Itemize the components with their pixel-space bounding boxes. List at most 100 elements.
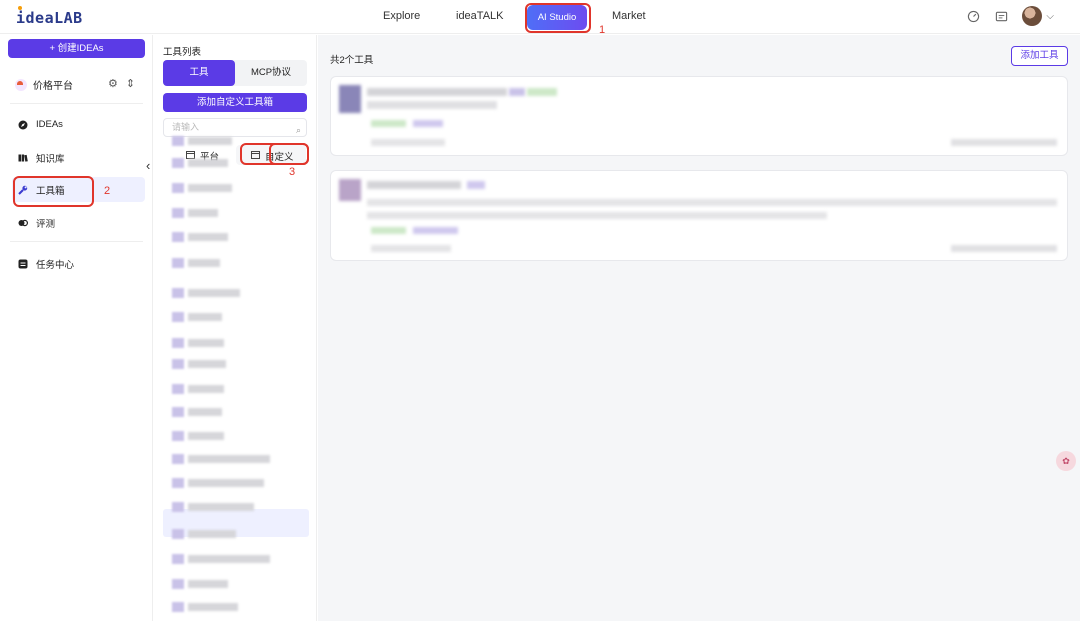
sidebar-item-label: 任务中心 [36,260,75,271]
tool-list-item[interactable] [172,232,228,242]
tool-list-item[interactable] [172,431,224,441]
sidebar-item-knowledge[interactable]: 知识库 [18,151,65,165]
tool-list-item[interactable] [172,183,232,193]
sidebar-item-task-center[interactable]: 任务中心 [18,257,74,271]
sidebar-item-label: IDEAs [36,119,63,130]
chevron-down-icon[interactable]: ⌵ [1046,11,1054,22]
tool-item-label [188,289,240,297]
tool-item-label [188,233,228,241]
tool-card-tag [467,181,485,189]
nav-ideatalk[interactable]: ideaTALK [456,10,504,22]
tool-item-label [188,603,238,611]
tool-item-label [188,184,232,192]
tool-list-item[interactable] [172,554,270,564]
assistant-float-button[interactable]: ✿ [1056,451,1076,471]
book-icon [18,153,28,163]
sidebar-item-label: 评测 [36,219,56,230]
tool-item-label [188,479,264,487]
user-avatar[interactable] [1022,6,1043,26]
tool-item-label [188,159,228,167]
tool-card[interactable] [330,170,1068,261]
tool-card-desc [367,101,497,109]
tool-item-icon [172,258,184,268]
tool-item-icon [172,288,184,298]
tool-list-item[interactable] [172,288,240,298]
tab-mcp[interactable]: MCP协议 [235,60,307,86]
speedometer-icon[interactable] [966,9,980,23]
tool-item-label [188,360,226,368]
annotation-number-2: 2 [104,185,111,197]
nav-explore[interactable]: Explore [383,10,420,22]
tool-item-icon [172,554,184,564]
tool-item-label [188,408,222,416]
top-bar: ideaLAB Explore ideaTALK AI Studio Marke… [0,0,1080,36]
tool-card-tag [413,227,458,234]
annotation-box-3 [240,143,309,165]
org-icon [15,78,27,91]
tool-list-item[interactable] [172,208,218,218]
tool-list-item[interactable] [172,407,222,417]
switch-icon[interactable]: ⇕ [126,77,135,90]
tools-panel: 工具列表 工具 MCP协议 添加自定义工具箱 请输入 ⌕ 平台 自定义 3 [154,35,317,621]
tool-list-item[interactable] [172,502,254,512]
tool-list-item[interactable] [172,258,220,268]
tool-card[interactable] [330,76,1068,156]
tool-card-date [951,245,1057,252]
tool-card-tag [371,227,406,234]
tool-list-item[interactable] [172,312,222,322]
sidebar-divider [10,241,143,242]
tool-list-item[interactable] [172,454,270,464]
tool-card-date [951,139,1057,146]
tool-card-desc [367,212,827,219]
left-sidebar: + 创建IDEAs 价格平台 ⚙ ⇕ IDEAs 知识库 工具箱 2 评测 任务… [0,35,153,621]
tool-item-label [188,530,236,538]
tool-item-icon [172,384,184,394]
tool-item-icon [172,338,184,348]
tool-item-icon [172,454,184,464]
tool-card-title [367,88,507,96]
tools-type-tabs: 工具 MCP协议 [163,60,307,86]
settings-icon[interactable]: ⚙ [108,77,118,90]
search-placeholder: 请输入 [172,122,200,132]
create-ideas-button[interactable]: + 创建IDEAs [8,39,145,58]
tab-tools[interactable]: 工具 [163,60,235,86]
tool-list-item[interactable] [172,478,264,488]
tool-item-label [188,385,224,393]
tool-card-icon [339,85,361,113]
tool-list-item[interactable] [172,136,232,146]
tool-item-icon [172,502,184,512]
tool-count: 共2个工具 [330,55,374,66]
tool-list-item[interactable] [172,158,228,168]
tool-item-icon [172,529,184,539]
tool-item-icon [172,136,184,146]
tool-item-label [188,339,224,347]
sidebar-item-evaluation[interactable]: 评测 [18,216,55,230]
tool-list-item[interactable] [172,338,224,348]
tool-card-icon [339,179,361,201]
logo[interactable]: ideaLAB [16,6,83,27]
nav-market[interactable]: Market [612,10,646,22]
tool-list-item[interactable] [172,579,228,589]
tool-card-desc [367,199,1057,206]
org-selector[interactable]: 价格平台 [15,77,73,92]
tool-item-label [188,209,218,217]
annotation-box-1 [525,3,591,33]
tools-search-input[interactable]: 请输入 ⌕ [163,118,307,137]
message-icon[interactable] [994,9,1008,23]
logo-text: ideaLAB [16,9,83,27]
tool-list-item[interactable] [172,602,238,612]
tool-list-item[interactable] [172,384,224,394]
tool-item-icon [172,359,184,369]
compass-icon [18,120,28,130]
add-tool-button[interactable]: 添加工具 [1011,46,1068,66]
search-icon[interactable]: ⌕ [296,122,301,139]
tool-list-item[interactable] [172,359,226,369]
annotation-number-3: 3 [289,166,296,178]
add-custom-toolbox-button[interactable]: 添加自定义工具箱 [163,93,307,112]
tool-item-icon [172,407,184,417]
sidebar-item-ideas[interactable]: IDEAs [18,119,63,130]
tool-item-label [188,313,222,321]
tool-item-label [188,555,270,563]
tool-list-item[interactable] [172,529,236,539]
tool-item-label [188,580,228,588]
